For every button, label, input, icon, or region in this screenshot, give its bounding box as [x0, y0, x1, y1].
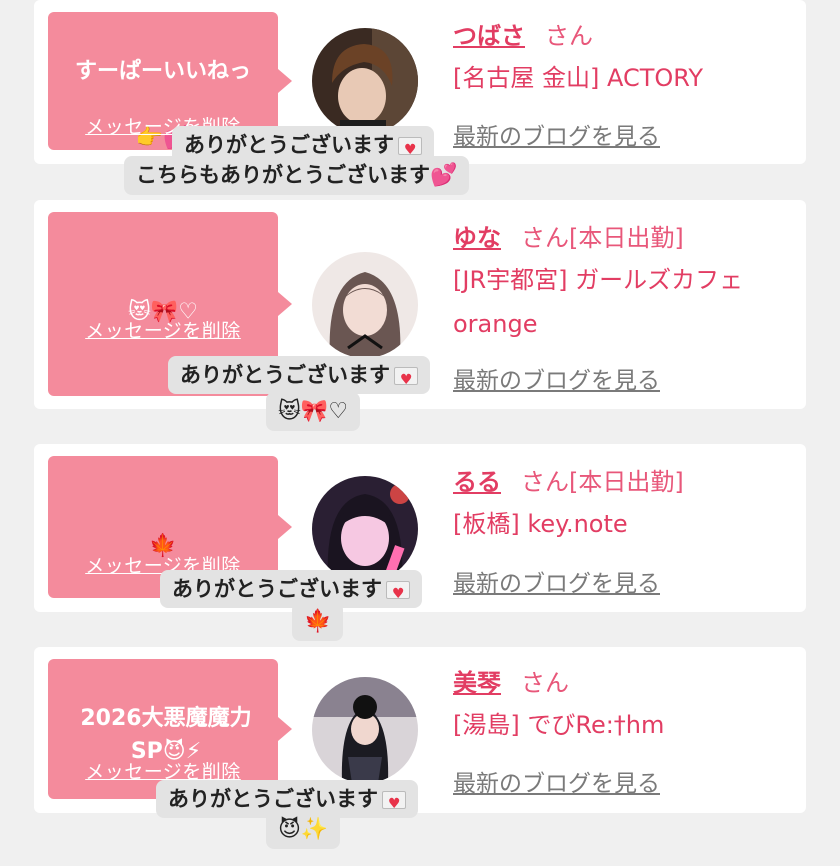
message-text: 2026大悪魔魔力SP😈⚡: [60, 669, 272, 768]
girl-name-link[interactable]: ゆな: [453, 224, 501, 252]
name-suffix: さん[本日出勤]: [521, 468, 684, 496]
name-suffix: さん[本日出勤]: [521, 224, 684, 252]
delete-message-link[interactable]: メッセージを削除: [48, 316, 278, 343]
message-text-main: すーぱーいいねっ: [74, 59, 251, 84]
message-text-main: 2026大悪魔魔力SP😈⚡: [80, 706, 252, 764]
avatar[interactable]: [312, 28, 418, 134]
reply-text: ありがとうございます: [168, 787, 378, 811]
girl-name-link[interactable]: つばさ: [453, 22, 525, 50]
latest-blog-link[interactable]: 最新のブログを見る: [453, 764, 660, 798]
love-letter-icon: [394, 365, 418, 395]
reply-badge: ありがとうございます: [168, 356, 430, 395]
reply-text: ありがとうございます: [180, 363, 390, 387]
avatar[interactable]: [312, 677, 418, 783]
girl-name-row: ゆな さん[本日出勤]: [453, 218, 684, 253]
reply-badge: 🍁: [292, 602, 344, 641]
message-card: 2026大悪魔魔力SP😈⚡ メッセージを削除 美琴 さん [湯島] でびRe:†h…: [34, 647, 806, 813]
girl-name-link[interactable]: るる: [453, 468, 501, 496]
shop-info: [板橋] key.note: [453, 510, 628, 538]
shop-info: [JR宇都宮] ガールズカフェ orange: [453, 266, 744, 338]
reply-emoji: 😈✨: [278, 817, 329, 842]
reply-emoji: 🍁: [304, 609, 332, 634]
latest-blog-link[interactable]: 最新のブログを見る: [453, 361, 660, 395]
reply-text: ありがとうございます: [184, 133, 394, 157]
reply-badge: 😈✨: [266, 810, 341, 849]
reply-badge: 😻🎀♡: [266, 392, 361, 431]
name-suffix: さん: [545, 22, 593, 50]
name-suffix: さん: [521, 669, 569, 697]
reply-badge: ありがとうございます: [160, 570, 422, 609]
girl-name-row: つばさ さん: [453, 16, 593, 51]
reply-text: こちらもありがとうございます: [136, 163, 430, 187]
latest-blog-link[interactable]: 最新のブログを見る: [453, 117, 660, 151]
love-letter-icon: [398, 135, 422, 165]
reply-emoji: 😻🎀♡: [278, 399, 349, 424]
girl-name-link[interactable]: 美琴: [453, 669, 501, 697]
message-bubble: 2026大悪魔魔力SP😈⚡ メッセージを削除: [48, 659, 292, 799]
latest-blog-link[interactable]: 最新のブログを見る: [453, 564, 660, 598]
avatar[interactable]: [312, 476, 418, 582]
avatar[interactable]: [312, 252, 418, 358]
love-letter-icon: [386, 579, 410, 609]
girl-name-row: 美琴 さん: [453, 663, 569, 698]
reply-emoji: 💕: [430, 163, 458, 188]
shop-info: [湯島] でびRe:†hm: [453, 711, 665, 739]
girl-name-row: るる さん[本日出勤]: [453, 462, 684, 497]
reply-text: ありがとうございます: [172, 577, 382, 601]
love-letter-icon: [382, 789, 406, 819]
shop-info: [名古屋 金山] ACTORY: [453, 64, 704, 92]
reply-badge: こちらもありがとうございます💕: [124, 156, 470, 195]
